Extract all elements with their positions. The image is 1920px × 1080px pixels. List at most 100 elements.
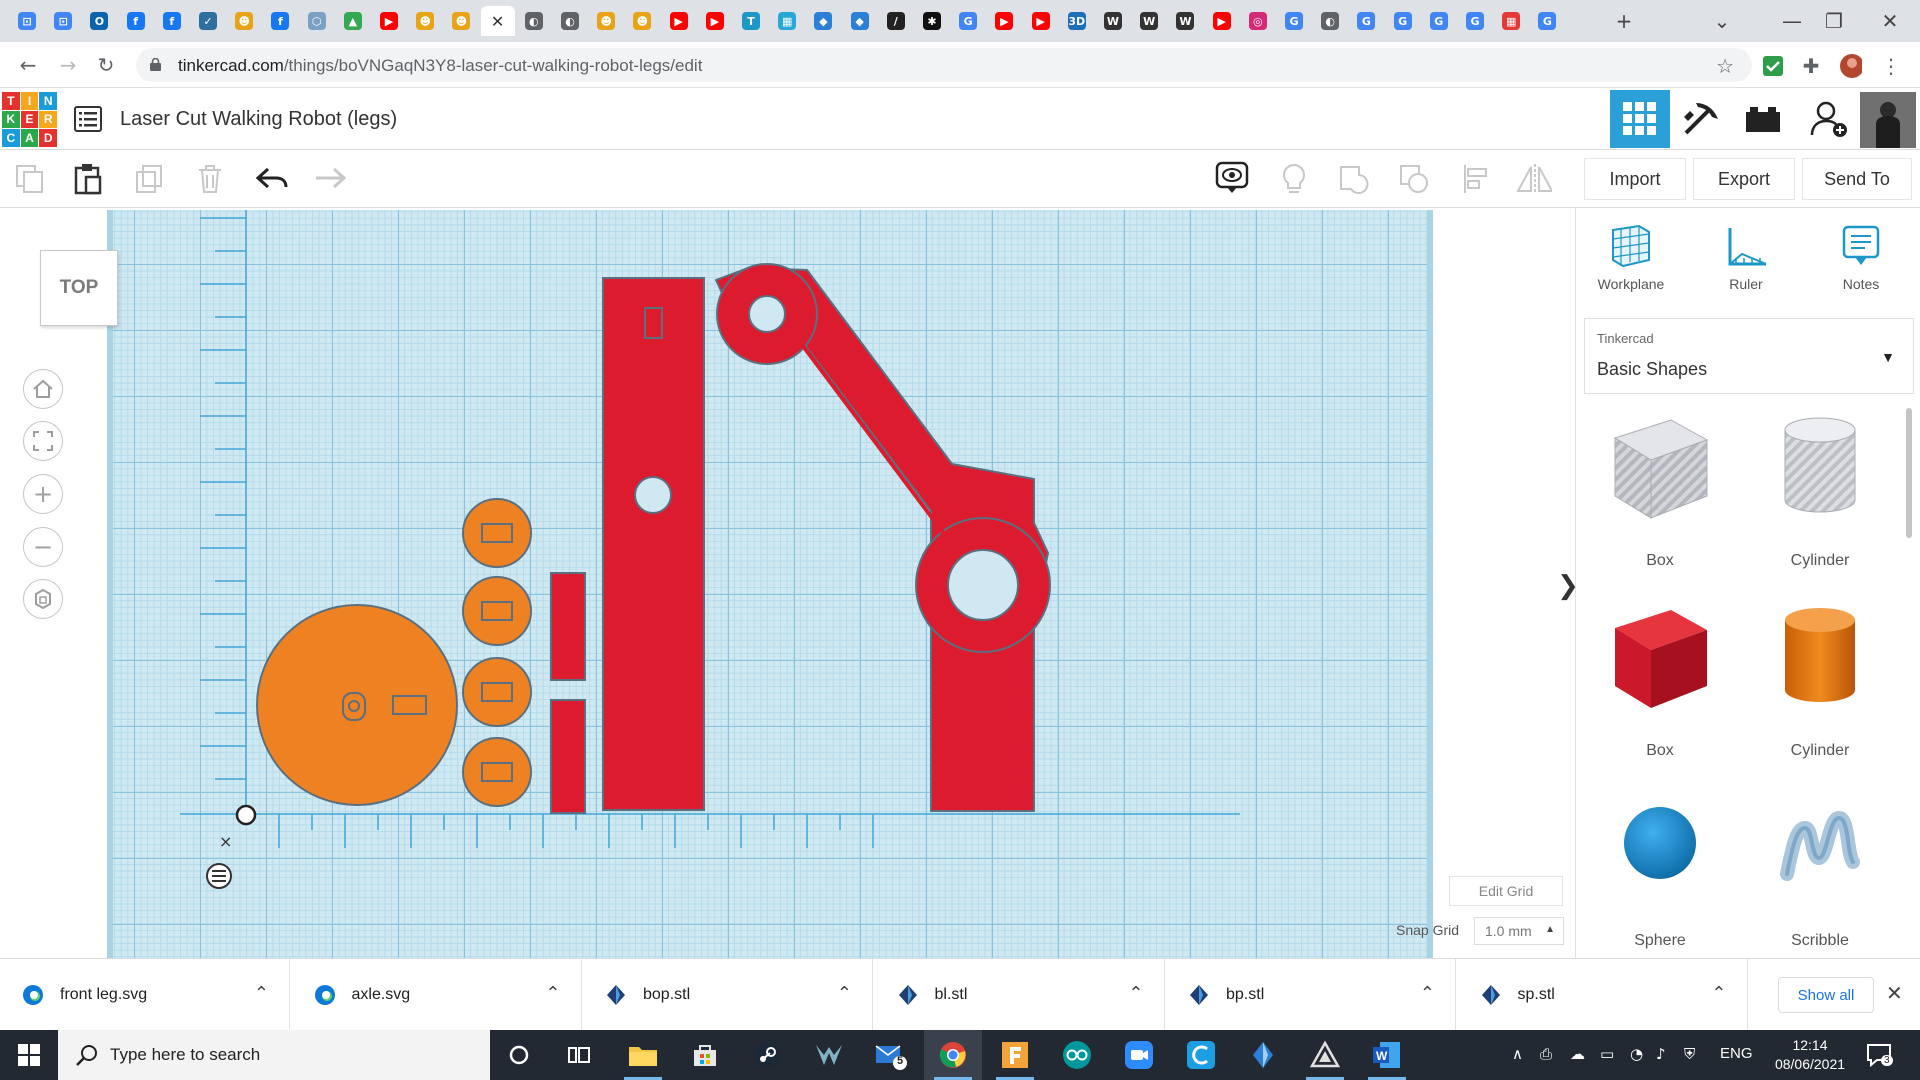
download-options-chevron-icon[interactable]: ⌃: [254, 983, 269, 1004]
shape-library-dropdown[interactable]: Tinkercad Basic Shapes ▼: [1584, 318, 1914, 394]
new-tab-button[interactable]: +: [1610, 8, 1638, 34]
browser-tab[interactable]: ☻: [589, 6, 623, 36]
forward-button[interactable]: →: [54, 51, 82, 79]
large-orange-disc[interactable]: [256, 604, 458, 806]
browser-tab[interactable]: G: [1458, 6, 1492, 36]
invite-user-button[interactable]: [1799, 90, 1859, 148]
tab-close-icon[interactable]: ✕: [491, 12, 504, 31]
fit-view-button[interactable]: [23, 421, 63, 461]
browser-tab[interactable]: T: [734, 6, 768, 36]
browser-tab[interactable]: ◐: [1313, 6, 1347, 36]
input-language[interactable]: ENG: [1720, 1045, 1753, 1062]
browser-tab[interactable]: G: [1386, 6, 1420, 36]
design-title[interactable]: Laser Cut Walking Robot (legs): [120, 108, 397, 131]
ruler-tool[interactable]: Ruler: [1701, 224, 1791, 314]
cura-taskbar[interactable]: [1172, 1030, 1230, 1080]
browser-tab[interactable]: ▶: [1205, 6, 1239, 36]
word-taskbar[interactable]: W: [1358, 1030, 1416, 1080]
back-button[interactable]: ←: [14, 51, 42, 79]
vertical-ruler[interactable]: [200, 210, 247, 818]
extensions-puzzle-icon[interactable]: ✚: [1800, 55, 1822, 78]
notes-tool[interactable]: Notes: [1816, 224, 1906, 314]
red-spacer-bar-1[interactable]: [550, 572, 586, 681]
download-options-chevron-icon[interactable]: ⌃: [1128, 983, 1143, 1004]
3d-design-view-button[interactable]: [1610, 90, 1670, 148]
browser-tab[interactable]: ☻: [227, 6, 261, 36]
browser-tab[interactable]: ☻: [625, 6, 659, 36]
horizontal-ruler[interactable]: [180, 813, 1240, 848]
orange-washer-3[interactable]: [462, 657, 532, 727]
orange-washer-2[interactable]: [462, 576, 532, 646]
browser-tab[interactable]: ▶: [372, 6, 406, 36]
show-all-notes-button[interactable]: [1214, 160, 1250, 194]
shape-cylinder-hole[interactable]: Cylinder: [1750, 408, 1890, 588]
file-explorer-taskbar[interactable]: [614, 1030, 672, 1080]
shape-scribble[interactable]: Scribble: [1750, 788, 1890, 968]
browser-tab[interactable]: ☻: [408, 6, 442, 36]
red-crank-arm[interactable]: [715, 263, 1051, 812]
arduino-taskbar[interactable]: [1048, 1030, 1106, 1080]
lock-icon[interactable]: [150, 58, 161, 71]
chrome-menu-icon[interactable]: ⋮: [1880, 54, 1902, 78]
ruler-settings-icon[interactable]: [206, 863, 232, 889]
browser-tab[interactable]: W: [1132, 6, 1166, 36]
prusa-taskbar[interactable]: [1296, 1030, 1354, 1080]
pcb-tool-taskbar[interactable]: [1234, 1030, 1292, 1080]
address-bar[interactable]: tinkercad.com/things/boVNGaqN3Y8-laser-c…: [136, 48, 1752, 82]
onedrive-cloud-icon[interactable]: ☁: [1570, 1045, 1585, 1063]
browser-tab-active[interactable]: ✕: [480, 6, 515, 36]
browser-tab[interactable]: ◆: [806, 6, 840, 36]
browser-tab[interactable]: ☻: [444, 6, 478, 36]
browser-tab[interactable]: ⊡: [10, 6, 44, 36]
meet-now-icon[interactable]: ⎙: [1540, 1045, 1552, 1063]
design-canvas[interactable]: × TOP + − Edit Grid Snap Grid 1.0 mm ▲ ❯: [0, 208, 1579, 958]
light-bulb-button[interactable]: [1276, 162, 1312, 196]
minimize-window-icon[interactable]: —: [1778, 8, 1806, 34]
red-spacer-bar-2[interactable]: [550, 699, 586, 814]
profile-avatar-icon[interactable]: [1840, 54, 1862, 78]
task-view-button[interactable]: [550, 1030, 608, 1080]
browser-tab[interactable]: ▶: [662, 6, 696, 36]
browser-tab[interactable]: G: [1422, 6, 1456, 36]
browser-tab[interactable]: ▦: [1494, 6, 1528, 36]
url-text[interactable]: tinkercad.com/things/boVNGaqN3Y8-laser-c…: [178, 56, 702, 76]
browser-tab[interactable]: ✓: [191, 6, 225, 36]
antivirus-shield-icon[interactable]: ⛨: [1684, 1045, 1695, 1063]
download-item[interactable]: axle.svg ⌃: [292, 959, 582, 1031]
extension-check-icon[interactable]: [1762, 55, 1784, 77]
restore-window-icon[interactable]: ❐: [1820, 8, 1848, 34]
bookmark-star-icon[interactable]: ☆: [1716, 54, 1734, 78]
fusion-taskbar[interactable]: [986, 1030, 1044, 1080]
chrome-taskbar[interactable]: [924, 1030, 982, 1080]
snap-grid-select[interactable]: 1.0 mm ▲: [1474, 917, 1564, 945]
action-center-button[interactable]: 3: [1866, 1042, 1893, 1068]
browser-tab[interactable]: ⊡: [46, 6, 80, 36]
browser-tab[interactable]: /: [879, 6, 913, 36]
browser-tab[interactable]: G: [951, 6, 985, 36]
group-button[interactable]: [1336, 162, 1372, 196]
download-options-chevron-icon[interactable]: ⌃: [1420, 983, 1435, 1004]
ruler-origin-handle[interactable]: [235, 804, 257, 826]
download-item[interactable]: bl.stl ⌃: [875, 959, 1165, 1031]
delete-button[interactable]: [192, 162, 228, 196]
duplicate-button[interactable]: [132, 162, 168, 196]
browser-tab[interactable]: ▶: [698, 6, 732, 36]
volume-icon[interactable]: ♪: [1656, 1045, 1666, 1063]
blocks-pickaxe-button[interactable]: [1670, 90, 1730, 148]
browser-tab[interactable]: ◎: [1241, 6, 1275, 36]
wifi-icon[interactable]: ◔: [1630, 1045, 1643, 1063]
design-list-icon[interactable]: [74, 106, 102, 132]
close-downloads-icon[interactable]: ✕: [1886, 981, 1903, 1005]
import-button[interactable]: Import: [1584, 158, 1686, 200]
browser-tab[interactable]: 3D: [1060, 6, 1094, 36]
panel-scrollbar[interactable]: [1906, 408, 1912, 538]
bricks-button[interactable]: [1733, 90, 1793, 148]
orange-washer-1[interactable]: [462, 498, 532, 568]
home-view-button[interactable]: [23, 369, 63, 409]
browser-tab[interactable]: ▲: [336, 6, 370, 36]
tinkercad-logo[interactable]: TIN KER CAD: [2, 92, 57, 147]
user-avatar[interactable]: [1860, 92, 1916, 148]
browser-tab[interactable]: ◆: [843, 6, 877, 36]
browser-tab[interactable]: W: [1096, 6, 1130, 36]
view-cube[interactable]: TOP: [40, 250, 118, 326]
